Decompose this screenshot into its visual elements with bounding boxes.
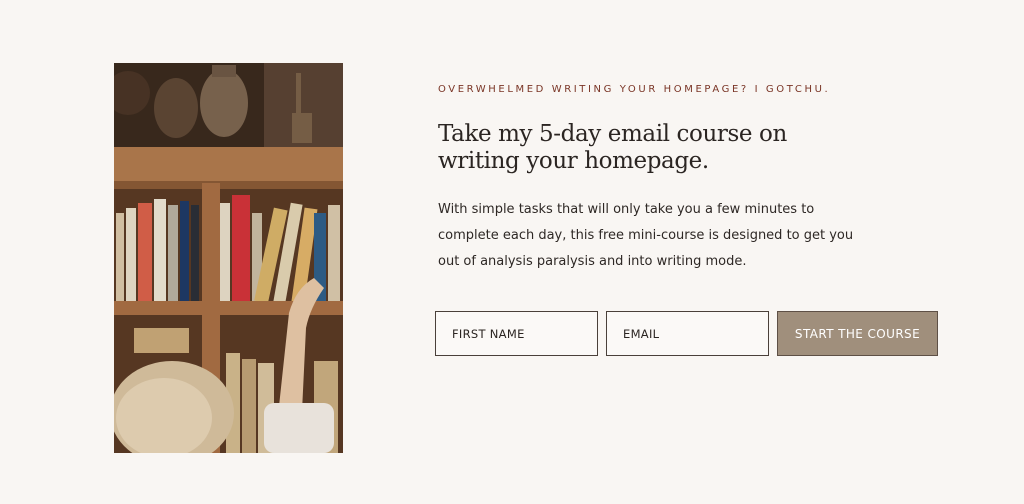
email-signup-form: START THE COURSE bbox=[435, 311, 938, 356]
first-name-input[interactable] bbox=[435, 311, 598, 356]
hero-description: With simple tasks that will only take yo… bbox=[438, 202, 854, 269]
hero-headline: Take my 5-day email course on writing yo… bbox=[438, 121, 787, 174]
hero-content: OVERWHELMED WRITING YOUR HOMEPAGE? I GOT… bbox=[438, 84, 958, 275]
hero-photo bbox=[114, 63, 343, 453]
eyebrow-text: OVERWHELMED WRITING YOUR HOMEPAGE? I GOT… bbox=[438, 84, 831, 95]
email-input[interactable] bbox=[606, 311, 769, 356]
start-course-button[interactable]: START THE COURSE bbox=[777, 311, 938, 356]
